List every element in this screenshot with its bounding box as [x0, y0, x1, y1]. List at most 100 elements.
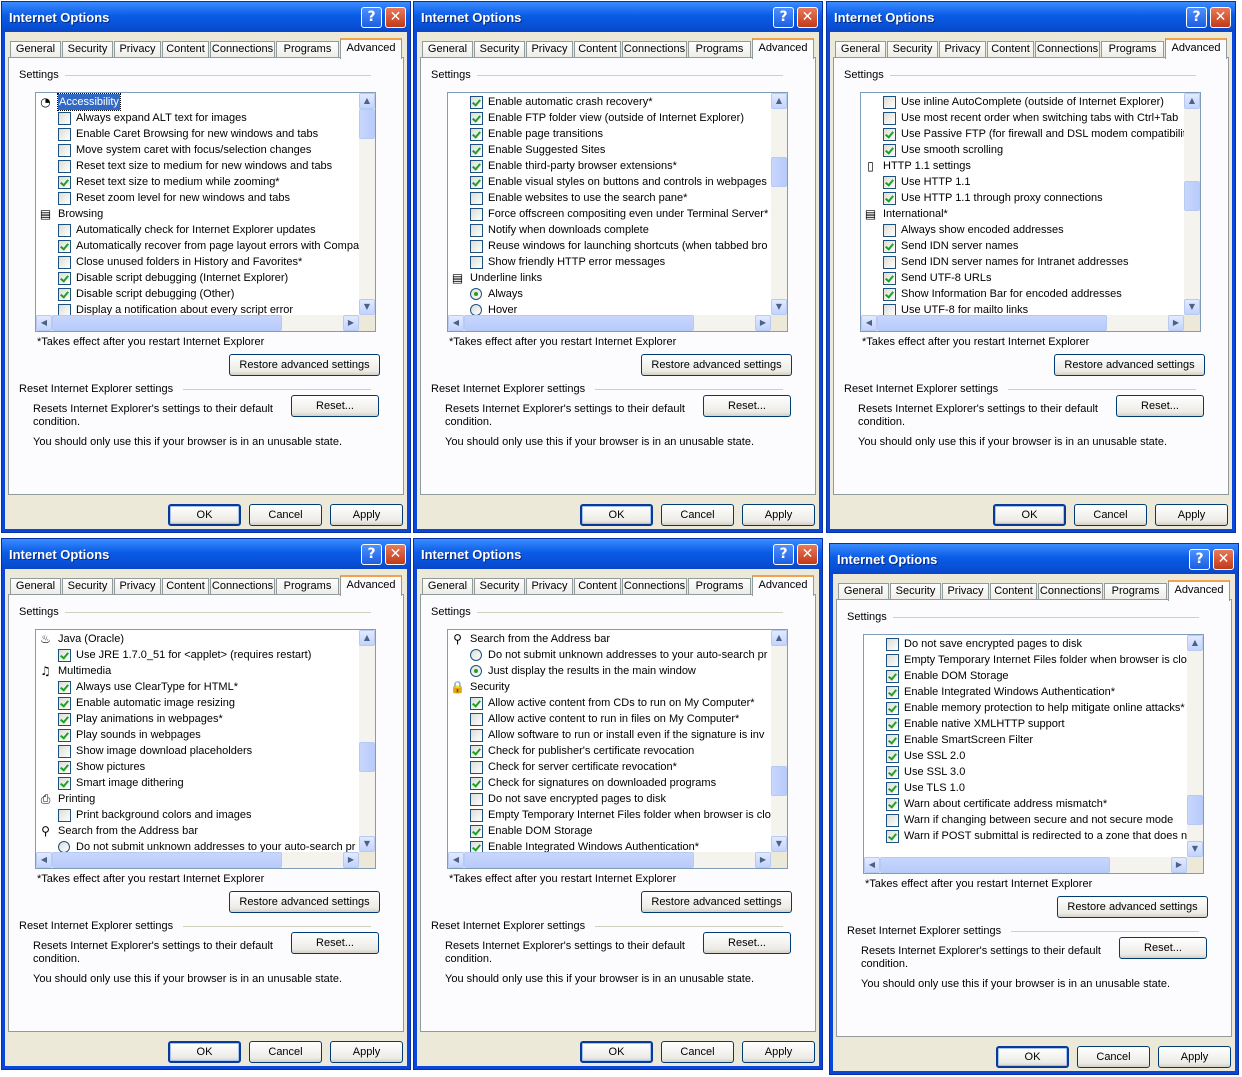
setting-row[interactable]: Close unused folders in History and Favo…: [56, 254, 359, 270]
reset-button[interactable]: Reset...: [1116, 395, 1204, 417]
checkbox[interactable]: [883, 176, 896, 189]
cancel-button[interactable]: Cancel: [249, 1041, 322, 1063]
setting-row[interactable]: Reuse windows for launching shortcuts (w…: [468, 238, 771, 254]
checkbox[interactable]: [886, 670, 899, 683]
ok-button[interactable]: OK: [580, 1041, 653, 1063]
setting-row[interactable]: Automatically recover from page layout e…: [56, 238, 359, 254]
setting-row[interactable]: Disable script debugging (Other): [56, 286, 359, 302]
scroll-left-button[interactable]: ◀: [864, 857, 880, 873]
tab-general[interactable]: General: [422, 578, 473, 595]
checkbox[interactable]: [470, 809, 483, 822]
checkbox[interactable]: [470, 793, 483, 806]
checkbox[interactable]: [470, 745, 483, 758]
tab-security[interactable]: Security: [474, 41, 525, 58]
scroll-down-button[interactable]: ▼: [771, 836, 787, 852]
tab-programs[interactable]: Programs: [688, 41, 751, 58]
apply-button[interactable]: Apply: [742, 504, 815, 526]
restore-advanced-settings-button[interactable]: Restore advanced settings: [641, 354, 792, 376]
setting-row[interactable]: Always: [468, 286, 771, 302]
cancel-button[interactable]: Cancel: [661, 504, 734, 526]
vertical-scrollbar[interactable]: ▲ ▼: [1184, 93, 1200, 315]
tab-privacy[interactable]: Privacy: [526, 41, 573, 58]
restore-advanced-settings-button[interactable]: Restore advanced settings: [1054, 354, 1205, 376]
title-bar[interactable]: Internet Options? ✕: [827, 2, 1235, 32]
apply-button[interactable]: Apply: [330, 504, 403, 526]
vertical-scroll-thumb[interactable]: [771, 157, 787, 187]
settings-tree-list[interactable]: ♨ Java (Oracle) Use JRE 1.7.0_51 for <appl…: [35, 629, 376, 869]
horizontal-scroll-thumb[interactable]: [52, 852, 282, 868]
apply-button[interactable]: Apply: [742, 1041, 815, 1063]
apply-button[interactable]: Apply: [1158, 1046, 1231, 1068]
tab-programs[interactable]: Programs: [688, 578, 751, 595]
tab-advanced[interactable]: Advanced: [1168, 580, 1230, 601]
tab-advanced[interactable]: Advanced: [752, 575, 814, 596]
setting-row[interactable]: Enable automatic crash recovery*: [468, 94, 771, 110]
ok-button[interactable]: OK: [580, 504, 653, 526]
checkbox[interactable]: [58, 729, 71, 742]
scroll-right-button[interactable]: ▶: [343, 315, 359, 331]
setting-row[interactable]: Use UTF-8 for mailto links: [881, 302, 1184, 315]
scroll-down-button[interactable]: ▼: [359, 299, 375, 315]
checkbox[interactable]: [58, 240, 71, 253]
setting-row[interactable]: Allow active content to run in files on …: [468, 711, 771, 727]
setting-row[interactable]: Use SSL 3.0: [884, 764, 1187, 780]
tab-content[interactable]: Content: [162, 41, 209, 58]
vertical-scroll-thumb[interactable]: [359, 109, 375, 139]
setting-row[interactable]: Enable native XMLHTTP support: [884, 716, 1187, 732]
setting-row[interactable]: Enable FTP folder view (outside of Inter…: [468, 110, 771, 126]
tab-advanced[interactable]: Advanced: [340, 575, 402, 596]
setting-row[interactable]: Reset text size to medium while zooming*: [56, 174, 359, 190]
checkbox[interactable]: [58, 272, 71, 285]
vertical-scrollbar[interactable]: ▲ ▼: [1187, 635, 1203, 857]
checkbox[interactable]: [470, 825, 483, 838]
setting-row[interactable]: Use HTTP 1.1: [881, 174, 1184, 190]
checkbox[interactable]: [58, 681, 71, 694]
radio-button[interactable]: [58, 841, 70, 852]
radio-button[interactable]: [470, 304, 482, 315]
setting-row[interactable]: Always use ClearType for HTML*: [56, 679, 359, 695]
checkbox[interactable]: [58, 697, 71, 710]
checkbox[interactable]: [886, 830, 899, 843]
scroll-up-button[interactable]: ▲: [771, 630, 787, 646]
tab-connections[interactable]: Connections: [210, 41, 275, 58]
radio-button[interactable]: [470, 288, 482, 300]
scroll-left-button[interactable]: ◀: [36, 315, 52, 331]
setting-row[interactable]: Enable DOM Storage: [884, 668, 1187, 684]
tab-privacy[interactable]: Privacy: [114, 578, 161, 595]
close-button[interactable]: ✕: [1213, 549, 1234, 570]
setting-row[interactable]: Check for server certificate revocation*: [468, 759, 771, 775]
checkbox[interactable]: [470, 112, 483, 125]
setting-row[interactable]: Enable DOM Storage: [468, 823, 771, 839]
checkbox[interactable]: [470, 697, 483, 710]
checkbox[interactable]: [58, 192, 71, 205]
setting-row[interactable]: Enable page transitions: [468, 126, 771, 142]
tab-connections[interactable]: Connections: [210, 578, 275, 595]
help-button[interactable]: ?: [1186, 7, 1207, 28]
title-bar[interactable]: Internet Options? ✕: [830, 544, 1238, 574]
checkbox[interactable]: [58, 777, 71, 790]
setting-row[interactable]: Enable visual styles on buttons and cont…: [468, 174, 771, 190]
checkbox[interactable]: [58, 809, 71, 822]
tab-programs[interactable]: Programs: [1104, 583, 1167, 600]
tab-privacy[interactable]: Privacy: [939, 41, 986, 58]
ok-button[interactable]: OK: [168, 1041, 241, 1063]
checkbox[interactable]: [883, 192, 896, 205]
horizontal-scrollbar[interactable]: ◀ ▶: [448, 852, 771, 868]
scroll-up-button[interactable]: ▲: [1184, 93, 1200, 109]
tab-content[interactable]: Content: [162, 578, 209, 595]
help-button[interactable]: ?: [773, 544, 794, 565]
checkbox[interactable]: [58, 224, 71, 237]
checkbox[interactable]: [883, 304, 896, 315]
checkbox[interactable]: [883, 272, 896, 285]
scroll-right-button[interactable]: ▶: [1171, 857, 1187, 873]
reset-button[interactable]: Reset...: [1119, 937, 1207, 959]
tab-programs[interactable]: Programs: [276, 578, 339, 595]
checkbox[interactable]: [58, 304, 71, 315]
scroll-down-button[interactable]: ▼: [1184, 299, 1200, 315]
tab-privacy[interactable]: Privacy: [526, 578, 573, 595]
tab-content[interactable]: Content: [987, 41, 1034, 58]
setting-row[interactable]: Use TLS 1.0: [884, 780, 1187, 796]
checkbox[interactable]: [470, 240, 483, 253]
cancel-button[interactable]: Cancel: [661, 1041, 734, 1063]
tab-content[interactable]: Content: [574, 578, 621, 595]
